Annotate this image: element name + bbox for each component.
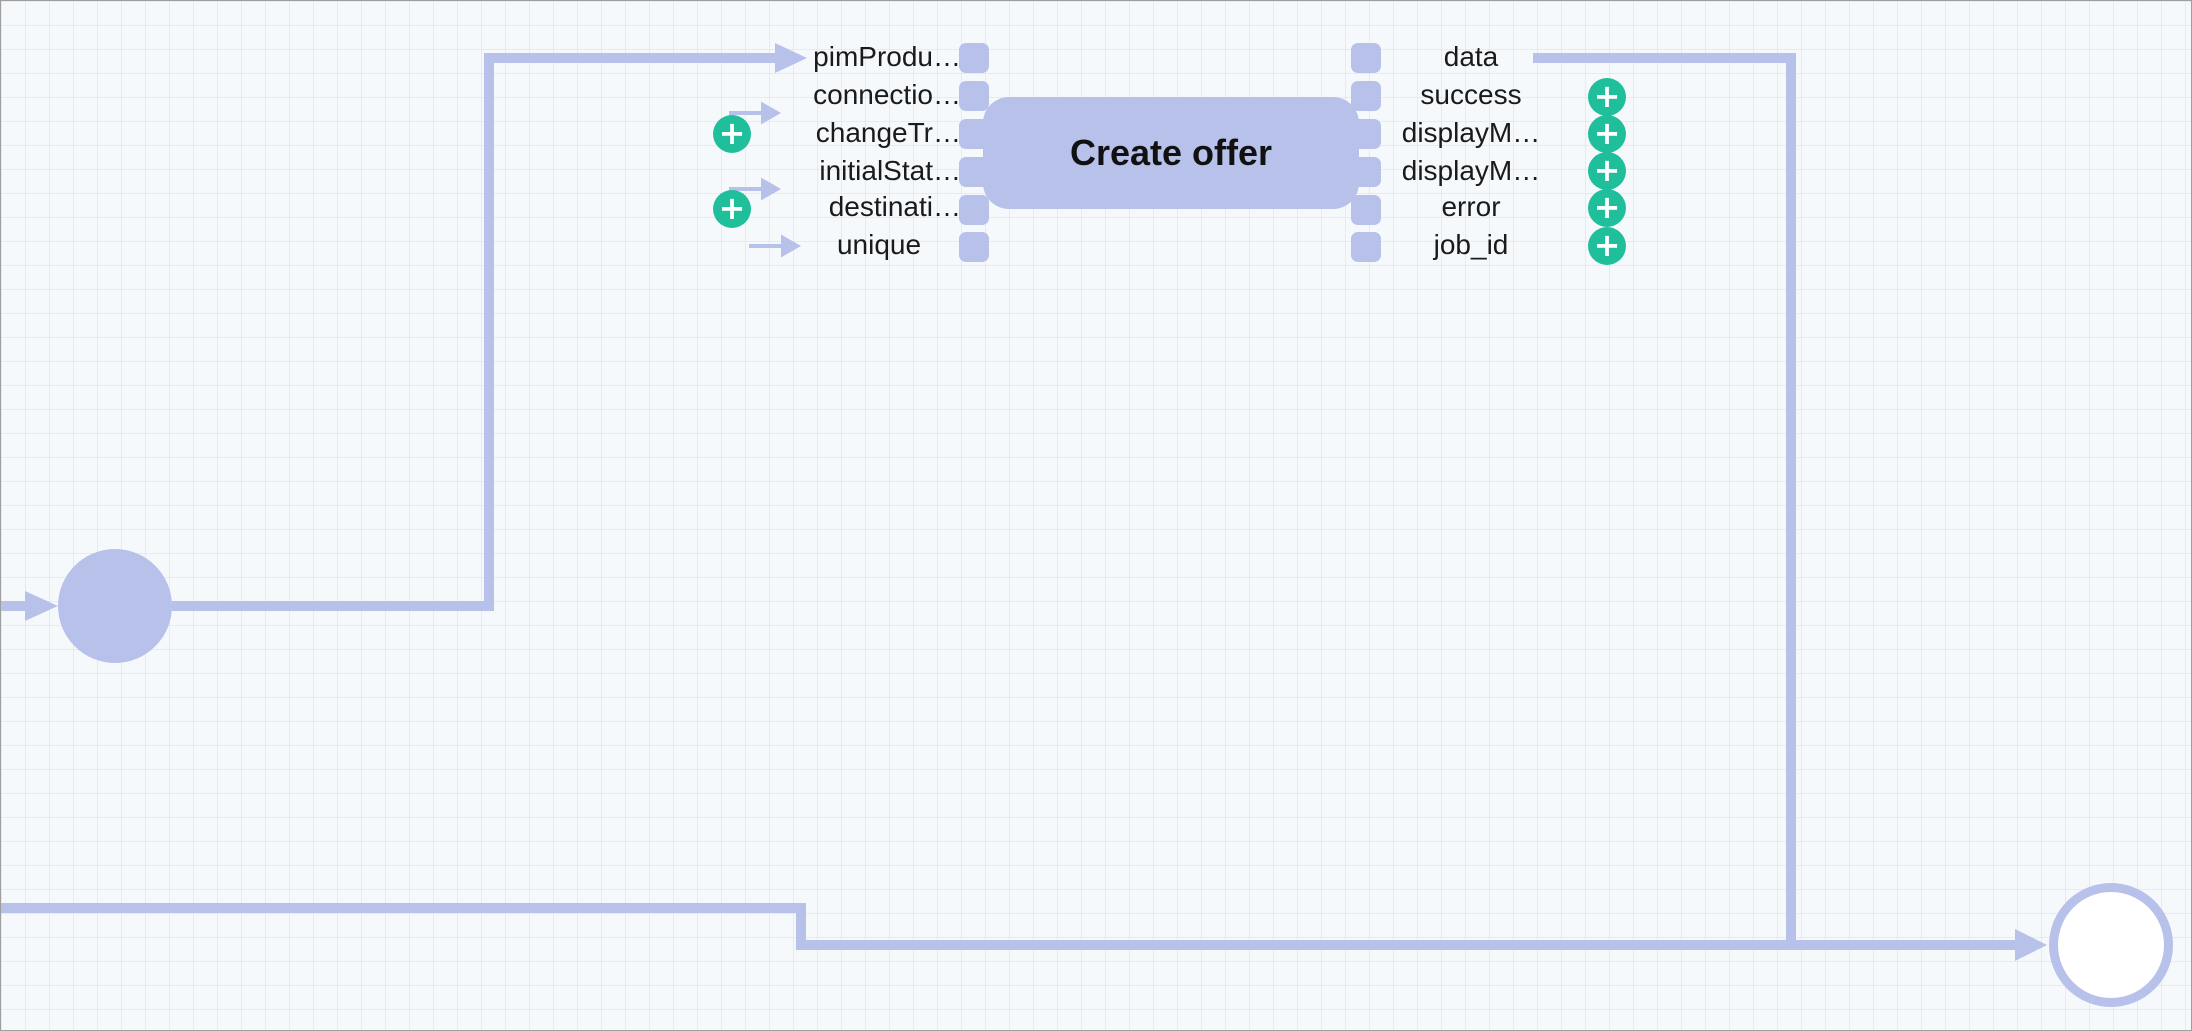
end-event[interactable] <box>2049 883 2173 1007</box>
output-label-success: success <box>1420 79 1522 110</box>
output-port-display-message-2[interactable] <box>1351 157 1381 187</box>
arrowhead-end <box>2015 929 2047 961</box>
add-input-destination-button[interactable]: + <box>713 190 751 228</box>
input-label-pim-product: pimProdu… <box>813 41 961 72</box>
flow-canvas[interactable]: Create offer pimProdu… connectio… change… <box>0 0 2192 1031</box>
plus-icon: + <box>1593 114 1621 152</box>
input-port-connection[interactable] <box>959 81 989 111</box>
wire-data-to-end <box>1533 53 1796 943</box>
start-event[interactable] <box>58 549 172 663</box>
output-label-error: error <box>1441 191 1501 222</box>
wire-bottom-to-end <box>1 903 2021 950</box>
input-port-change-trigger[interactable] <box>959 119 989 149</box>
add-output-error-button[interactable]: + <box>1588 189 1626 227</box>
output-label-data: data <box>1443 41 1499 72</box>
output-label-job-id: job_id <box>1433 229 1509 260</box>
output-port-data[interactable] <box>1351 43 1381 73</box>
plus-icon: + <box>1593 226 1621 264</box>
input-port-initial-state[interactable] <box>959 157 989 187</box>
input-port-pim-product[interactable] <box>959 43 989 73</box>
input-label-change-trigger: changeTr… <box>815 117 961 148</box>
input-label-initial-state: initialStat… <box>819 155 961 186</box>
end-event-inner <box>2058 892 2164 998</box>
output-port-success[interactable] <box>1351 81 1381 111</box>
add-output-success-button[interactable]: + <box>1588 78 1626 116</box>
node-title: Create offer <box>1069 132 1273 173</box>
add-output-job-id-button[interactable]: + <box>1588 227 1626 265</box>
input-port-destination[interactable] <box>959 195 989 225</box>
input-label-connection: connectio… <box>813 79 961 110</box>
plus-icon: + <box>1593 151 1621 189</box>
plus-icon: + <box>718 114 746 152</box>
plus-icon: + <box>1593 77 1621 115</box>
output-label-display-message-2: displayM… <box>1401 155 1541 186</box>
wire-start-to-node <box>172 53 781 611</box>
output-port-display-message-1[interactable] <box>1351 119 1381 149</box>
arrowhead-start <box>25 591 58 621</box>
create-offer-node[interactable]: Create offer <box>983 97 1359 209</box>
input-label-destination: destinati… <box>828 191 961 222</box>
plus-icon: + <box>718 189 746 227</box>
add-output-display-message-1-button[interactable]: + <box>1588 115 1626 153</box>
output-port-job-id[interactable] <box>1351 232 1381 262</box>
add-input-change-trigger-button[interactable]: + <box>713 115 751 153</box>
plus-icon: + <box>1593 188 1621 226</box>
input-port-unique[interactable] <box>959 232 989 262</box>
add-output-display-message-2-button[interactable]: + <box>1588 152 1626 190</box>
input-label-unique: unique <box>836 229 922 260</box>
output-label-display-message-1: displayM… <box>1401 117 1541 148</box>
output-port-error[interactable] <box>1351 195 1381 225</box>
